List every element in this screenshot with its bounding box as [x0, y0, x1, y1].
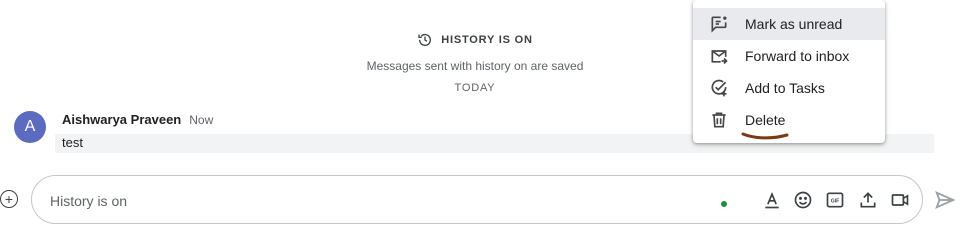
menu-item-label: Mark as unread	[745, 16, 843, 32]
annotation-underline	[741, 132, 789, 140]
upload-button[interactable]	[857, 189, 879, 211]
add-task-icon	[709, 78, 729, 98]
message-text: test	[62, 135, 83, 150]
message-timestamp: Now	[189, 113, 214, 127]
menu-item-label: Forward to inbox	[745, 48, 850, 64]
message-context-menu: Mark as unread Forward to inbox Add to T…	[693, 0, 885, 143]
video-call-icon	[891, 194, 909, 206]
video-call-button[interactable]	[889, 189, 911, 211]
trash-icon	[709, 110, 729, 130]
message-header: Aishwarya Praveen Now	[62, 112, 213, 127]
format-text-button[interactable]	[761, 189, 783, 211]
gif-button[interactable]: GIF	[824, 189, 846, 211]
history-title-row: HISTORY IS ON	[417, 32, 533, 48]
add-attachment-button[interactable]: +	[0, 190, 18, 208]
gif-icon: GIF	[826, 192, 844, 208]
forward-inbox-icon	[709, 46, 729, 66]
emoji-icon	[794, 191, 812, 209]
menu-item-label: Add to Tasks	[745, 80, 825, 96]
menu-item-delete[interactable]: Delete	[693, 104, 885, 136]
history-title: HISTORY IS ON	[441, 34, 533, 46]
message-input[interactable]	[48, 190, 652, 212]
history-clock-icon	[418, 33, 432, 46]
send-icon	[935, 190, 956, 210]
menu-item-add-tasks[interactable]: Add to Tasks	[693, 72, 885, 104]
format-text-icon	[765, 192, 779, 209]
menu-item-forward-inbox[interactable]: Forward to inbox	[693, 40, 885, 72]
emoji-button[interactable]	[792, 189, 814, 211]
menu-item-mark-unread[interactable]: Mark as unread	[693, 8, 885, 40]
menu-item-label: Delete	[745, 112, 786, 128]
sender-name[interactable]: Aishwarya Praveen	[62, 112, 181, 127]
status-dot	[721, 201, 727, 207]
svg-text:GIF: GIF	[831, 199, 839, 205]
mark-unread-icon	[709, 14, 729, 34]
upload-icon	[860, 192, 876, 208]
message-composer: GIF	[31, 175, 923, 224]
plus-icon: +	[4, 191, 14, 207]
avatar[interactable]: A	[14, 111, 46, 143]
send-button[interactable]	[933, 188, 957, 212]
